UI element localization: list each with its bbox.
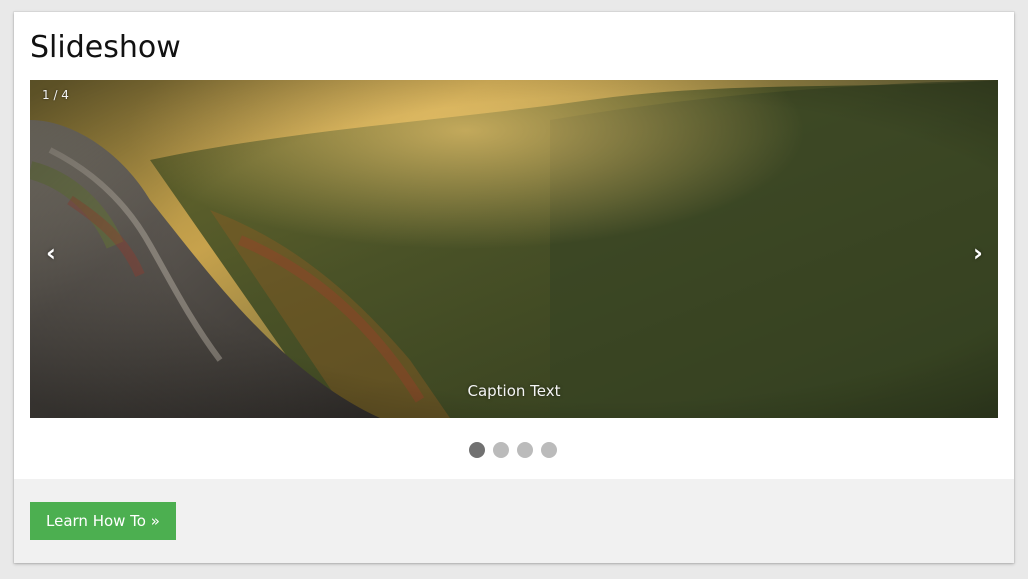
slide-dots — [469, 442, 557, 458]
card-footer: Learn How To » — [14, 479, 1014, 563]
forest-mountain-photo — [30, 80, 998, 418]
slide-dot-3[interactable] — [517, 442, 533, 458]
slide-image: 1 / 4 ‹ › Caption Text — [30, 80, 998, 418]
slide-caption: Caption Text — [467, 382, 561, 400]
slide-dot-4[interactable] — [541, 442, 557, 458]
slide-counter: 1 / 4 — [42, 88, 69, 102]
slide-dot-2[interactable] — [493, 442, 509, 458]
next-slide-button[interactable]: › — [966, 238, 990, 268]
slideshow-card: Slideshow 1 / 4 ‹ › Caption Text Learn H… — [14, 12, 1014, 563]
slide-dot-1[interactable] — [469, 442, 485, 458]
learn-how-to-button[interactable]: Learn How To » — [30, 502, 176, 540]
page-title: Slideshow — [30, 30, 181, 65]
previous-slide-button[interactable]: ‹ — [39, 238, 63, 268]
